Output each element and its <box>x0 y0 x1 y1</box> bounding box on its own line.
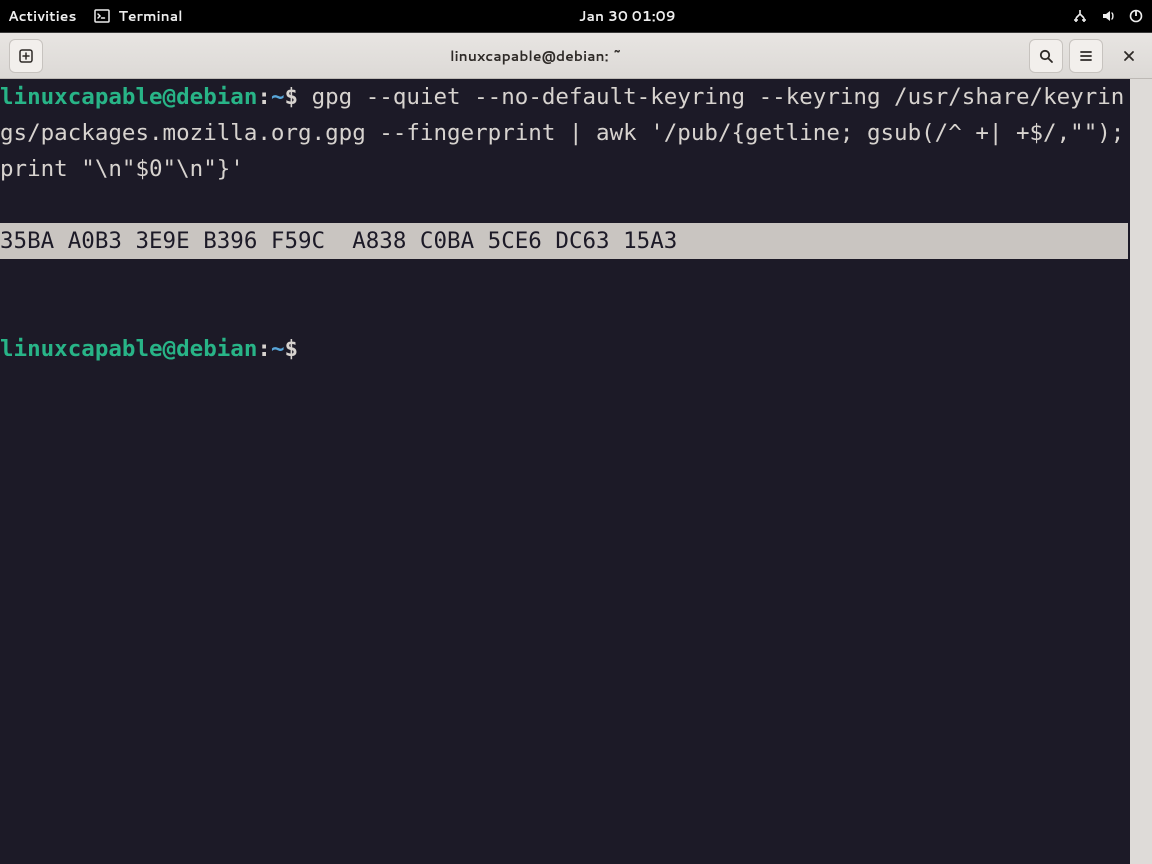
prompt-user: linuxcapable@debian <box>0 84 257 110</box>
new-tab-button[interactable] <box>9 39 43 73</box>
command-text <box>298 84 312 110</box>
volume-icon[interactable] <box>1100 8 1116 24</box>
terminal-icon <box>94 8 110 24</box>
clock[interactable]: Jan 30 01:09 <box>579 6 676 26</box>
terminal-window: linuxcapable@debian: ~ linuxcapable@debi… <box>0 32 1152 864</box>
network-icon[interactable] <box>1072 8 1088 24</box>
blank-line <box>0 259 1128 295</box>
prompt-symbol: $ <box>284 336 298 362</box>
prompt-separator: : <box>257 84 271 110</box>
power-icon[interactable] <box>1128 8 1144 24</box>
prompt-symbol: $ <box>284 84 298 110</box>
search-button[interactable] <box>1029 39 1063 73</box>
output-fingerprint: 35BA A0B3 3E9E B396 F59C A838 C0BA 5CE6 … <box>0 223 1128 259</box>
current-app-indicator[interactable]: Terminal <box>94 6 182 26</box>
cursor-area[interactable] <box>298 336 312 362</box>
blank-line <box>0 187 1128 223</box>
terminal-viewport[interactable]: linuxcapable@debian:~$ gpg --quiet --no-… <box>0 79 1152 864</box>
activities-button[interactable]: Activities <box>8 6 76 26</box>
prompt-user: linuxcapable@debian <box>0 336 257 362</box>
window-title: linuxcapable@debian: ~ <box>46 46 1026 66</box>
menu-button[interactable] <box>1069 39 1103 73</box>
gnome-top-bar: Activities Terminal Jan 30 01:09 <box>0 0 1152 32</box>
prompt-path: ~ <box>271 84 285 110</box>
prompt-path: ~ <box>271 336 285 362</box>
current-app-label: Terminal <box>118 6 182 26</box>
terminal-scrollbar[interactable] <box>1130 79 1152 864</box>
prompt-separator: : <box>257 336 271 362</box>
window-titlebar: linuxcapable@debian: ~ <box>0 33 1152 79</box>
close-button[interactable] <box>1112 39 1146 73</box>
terminal-content[interactable]: linuxcapable@debian:~$ gpg --quiet --no-… <box>0 79 1128 864</box>
